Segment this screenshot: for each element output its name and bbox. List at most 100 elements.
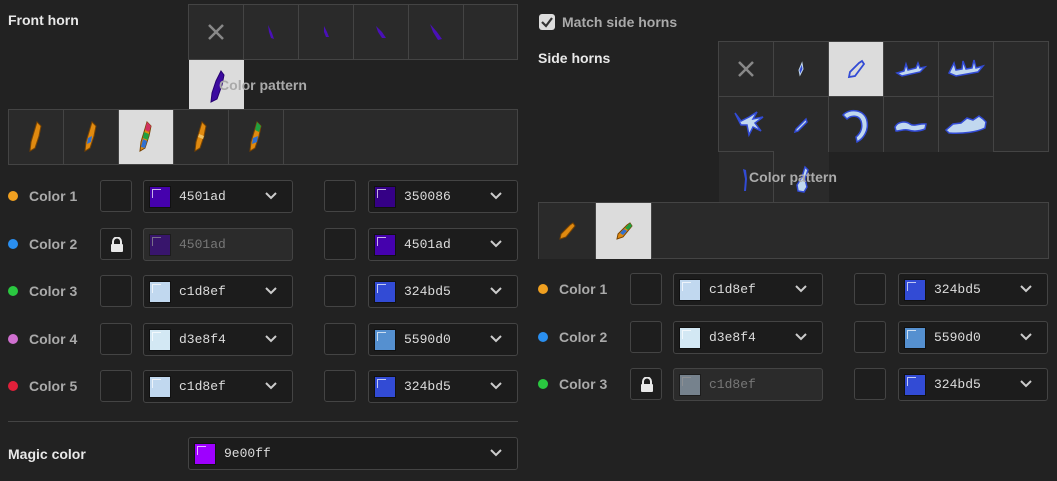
chevron-down-icon <box>795 285 807 293</box>
side-horn-option-6[interactable] <box>774 97 829 152</box>
front-horn-option-1[interactable] <box>244 5 299 60</box>
pattern-option-5[interactable] <box>229 110 284 165</box>
color-hex: 324bd5 <box>404 379 451 394</box>
front-horn-thumb-icon <box>324 26 329 37</box>
chevron-down-icon <box>490 382 502 390</box>
horn-pattern-icon <box>84 121 97 152</box>
lock-toggle[interactable] <box>100 227 132 260</box>
color-swatch <box>679 374 701 396</box>
chevron-down-icon <box>490 239 502 247</box>
match-side-horns-label: Match side horns <box>562 14 678 30</box>
color-select-secondary[interactable]: 324bd5 <box>368 275 518 308</box>
color-hex: 5590d0 <box>934 329 981 345</box>
side-horn-thumb-icon <box>733 111 763 138</box>
lock-icon <box>641 377 653 392</box>
color-label: Color 2 <box>559 328 608 345</box>
color-select-primary[interactable]: d3e8f4 <box>673 320 823 354</box>
front-horn-option-2[interactable] <box>299 5 354 60</box>
side-horn-option-3[interactable] <box>884 42 939 97</box>
side-horns-title: Side horns <box>538 50 611 66</box>
side-horn-thumb-icon <box>944 114 987 134</box>
color-swatch <box>904 279 926 301</box>
link-toggle[interactable] <box>324 370 356 402</box>
color-select-secondary[interactable]: 324bd5 <box>368 370 518 403</box>
color-dot <box>8 191 18 201</box>
link-toggle[interactable] <box>630 273 662 305</box>
color-select-primary[interactable]: 4501ad <box>143 180 293 213</box>
link-toggle[interactable] <box>324 227 356 260</box>
color-select-secondary[interactable]: 5590d0 <box>368 322 518 356</box>
color-select-secondary[interactable]: 324bd5 <box>898 368 1048 401</box>
color-swatch <box>904 326 926 349</box>
side-horn-thumb-icon <box>793 117 808 133</box>
chevron-down-icon <box>490 449 502 457</box>
color-label: Color 2 <box>29 235 78 252</box>
side-pattern-option-2[interactable] <box>596 203 652 259</box>
side-horn-thumb-icon <box>947 59 986 77</box>
color-swatch <box>904 374 926 396</box>
link-toggle[interactable] <box>854 368 886 400</box>
link-toggle[interactable] <box>324 322 356 355</box>
link-toggle[interactable] <box>630 320 662 353</box>
side-horn-option-8[interactable] <box>884 97 939 152</box>
chevron-down-icon <box>490 334 502 342</box>
chevron-down-icon <box>490 192 502 200</box>
match-side-horns-checkbox[interactable] <box>539 14 555 30</box>
color-select-secondary[interactable]: 350086 <box>368 180 518 213</box>
color-hex: c1d8ef <box>179 379 226 394</box>
chevron-down-icon <box>490 287 502 295</box>
link-toggle[interactable] <box>100 180 132 212</box>
link-toggle[interactable] <box>100 322 132 355</box>
side-horn-option-4[interactable] <box>939 42 994 97</box>
color-select-primary[interactable]: c1d8ef <box>143 275 293 308</box>
side-horn-option-5[interactable] <box>719 97 774 152</box>
close-icon <box>738 61 754 77</box>
color-label: Color 3 <box>29 283 78 299</box>
front-horn-option-4[interactable] <box>409 5 464 60</box>
chevron-down-icon <box>1020 285 1032 293</box>
chevron-down-icon <box>265 192 277 200</box>
front-horn-none-option[interactable] <box>189 5 244 60</box>
link-toggle[interactable] <box>324 180 356 212</box>
color-hex: c1d8ef <box>709 282 756 297</box>
front-horn-pattern-grid <box>8 109 518 165</box>
magic-color-swatch <box>194 443 216 465</box>
link-toggle[interactable] <box>100 275 132 307</box>
front-horn-shape-grid <box>188 4 518 115</box>
pattern-option-3[interactable] <box>119 110 174 165</box>
side-horn-option-2[interactable] <box>829 42 884 97</box>
horn-pattern-icon <box>139 121 152 152</box>
front-horn-option-3[interactable] <box>354 5 409 60</box>
color-swatch <box>149 328 171 351</box>
color-select-secondary[interactable]: 4501ad <box>368 227 518 261</box>
link-toggle[interactable] <box>324 275 356 307</box>
link-toggle[interactable] <box>100 370 132 402</box>
pattern-option-2[interactable] <box>64 110 119 165</box>
pattern-option-1[interactable] <box>9 110 64 165</box>
lock-icon <box>111 236 123 252</box>
color-hex: 324bd5 <box>934 377 981 392</box>
side-horn-none-option[interactable] <box>719 42 774 97</box>
color-swatch <box>374 186 396 208</box>
color-select-primary[interactable]: c1d8ef <box>673 273 823 306</box>
color-select-primary[interactable]: c1d8ef <box>143 370 293 403</box>
pattern-option-4[interactable] <box>174 110 229 165</box>
side-horn-option-1[interactable] <box>774 42 829 97</box>
color-select-primary[interactable]: d3e8f4 <box>143 322 293 356</box>
color-swatch <box>374 281 396 303</box>
link-toggle[interactable] <box>854 320 886 353</box>
lock-toggle[interactable] <box>630 368 662 400</box>
color-swatch <box>374 328 396 351</box>
color-dot <box>538 379 548 389</box>
side-horn-thumb-icon <box>847 59 866 79</box>
color-select-secondary[interactable]: 5590d0 <box>898 320 1048 354</box>
magic-color-select[interactable]: 9e00ff <box>188 437 518 470</box>
side-horn-option-9[interactable] <box>939 97 994 152</box>
side-horn-option-7[interactable] <box>829 97 884 152</box>
color-swatch <box>679 326 701 349</box>
color-label: Color 1 <box>29 188 78 204</box>
link-toggle[interactable] <box>854 273 886 305</box>
side-pattern-option-1[interactable] <box>539 203 596 259</box>
color-swatch <box>374 233 396 256</box>
color-select-secondary[interactable]: 324bd5 <box>898 273 1048 306</box>
